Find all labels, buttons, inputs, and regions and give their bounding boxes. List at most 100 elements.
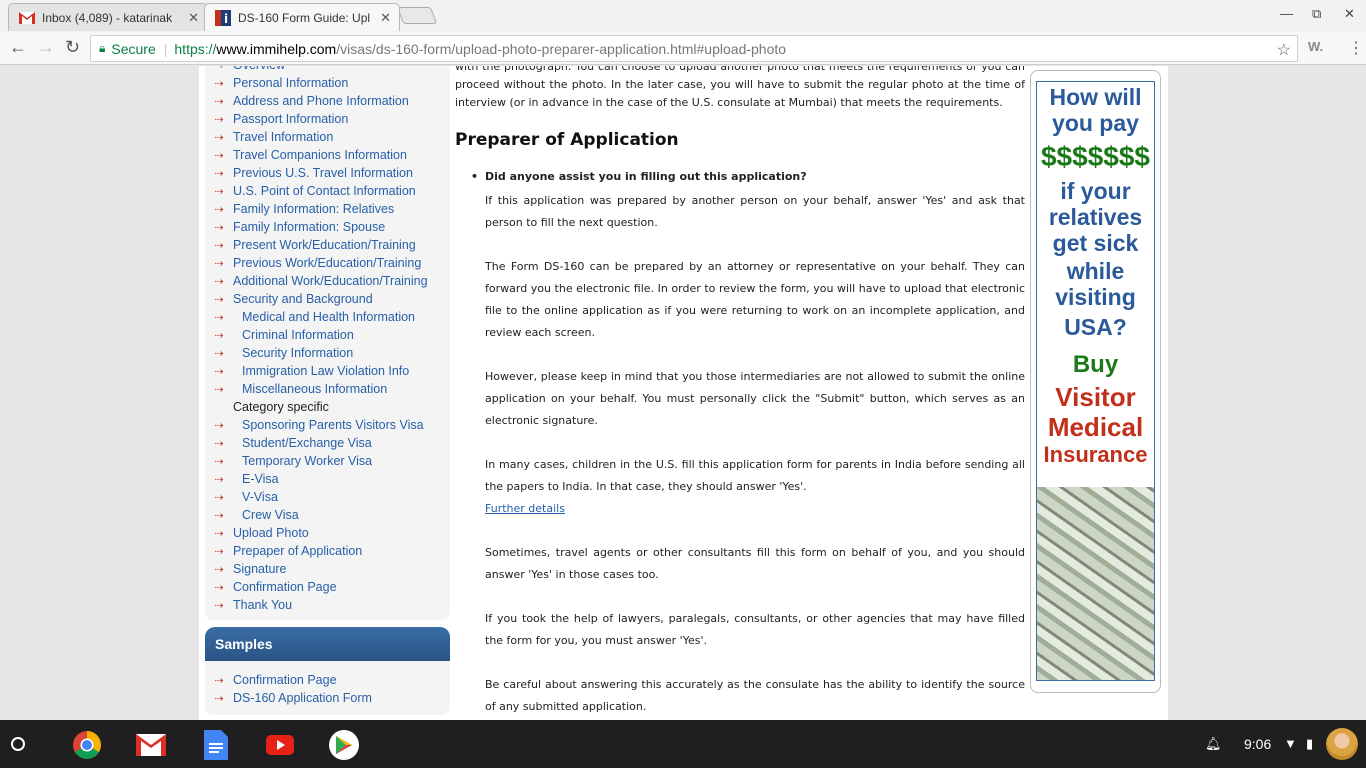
bookmark-star-icon[interactable]: ☆ xyxy=(1277,40,1291,60)
sidebar-item[interactable]: ⇢ Additional Work/Education/Training xyxy=(205,272,450,290)
chrome-icon[interactable] xyxy=(72,730,102,760)
extension-icon[interactable]: W. xyxy=(1308,39,1323,54)
battery-icon[interactable]: ▮ xyxy=(1306,736,1313,752)
notification-icon[interactable]: 🔔︎ xyxy=(1205,736,1222,752)
immihelp-icon: i xyxy=(215,9,231,26)
ad-text: relatives xyxy=(1048,204,1143,230)
sidebar-item[interactable]: ⇢ Family Information: Relatives xyxy=(205,200,450,218)
question-title: Did anyone assist you in filling out thi… xyxy=(471,168,1025,186)
play-store-icon[interactable] xyxy=(329,730,359,760)
close-icon[interactable]: ✕ xyxy=(188,10,199,26)
tab-gmail[interactable]: Inbox (4,089) - katarinak ✕ xyxy=(8,3,208,31)
paragraph: If this application was prepared by anot… xyxy=(485,194,1025,229)
sidebar-nav: ⇢Overview⇢Personal Information⇢Address a… xyxy=(205,66,450,614)
sidebar-item-label: Passport Information xyxy=(233,112,349,126)
arrow-icon: ⇢ xyxy=(214,347,224,360)
sidebar-item[interactable]: ⇢ Travel Information xyxy=(205,128,450,146)
samples-item-label: DS-160 Application Form xyxy=(233,691,372,705)
minimize-icon[interactable]: — xyxy=(1280,6,1293,21)
ad-text: $$$$$$$ xyxy=(1040,141,1150,172)
sidebar-item-label: Signature xyxy=(233,562,287,576)
sidebar-item-label: Crew Visa xyxy=(242,508,299,522)
sidebar-item[interactable]: ⇢ U.S. Point of Contact Information xyxy=(205,182,450,200)
sidebar-item[interactable]: ⇢ Sponsoring Parents Visitors Visa xyxy=(205,416,450,434)
samples-item[interactable]: ⇢ DS-160 Application Form xyxy=(205,689,450,707)
sidebar-item-label: Travel Information xyxy=(233,130,334,144)
sidebar-item-label: Sponsoring Parents Visitors Visa xyxy=(242,418,424,432)
sidebar-item[interactable]: ⇢ Security Information xyxy=(205,344,450,362)
arrow-icon: ⇢ xyxy=(214,674,224,687)
sidebar-item[interactable]: ⇢ Student/Exchange Visa xyxy=(205,434,450,452)
sidebar-item[interactable]: ⇢ Previous Work/Education/Training xyxy=(205,254,450,272)
lock-icon: 🔒︎ xyxy=(99,41,106,55)
sidebar-item[interactable]: ⇢ Crew Visa xyxy=(205,506,450,524)
arrow-icon: ⇢ xyxy=(214,365,224,378)
new-tab-button[interactable] xyxy=(396,7,438,24)
arrow-icon: ⇢ xyxy=(205,66,233,72)
sidebar-item[interactable]: ⇢ Temporary Worker Visa xyxy=(205,452,450,470)
forward-icon[interactable]: → xyxy=(37,37,55,58)
question-item: Did anyone assist you in filling out thi… xyxy=(471,168,1025,718)
sidebar-item-label: Additional Work/Education/Training xyxy=(233,274,428,288)
sidebar-item-label: Criminal Information xyxy=(242,328,354,342)
ad-banner[interactable]: How will you pay $$$$$$$ if your relativ… xyxy=(1036,81,1155,681)
sidebar-item[interactable]: ⇢ Upload Photo xyxy=(205,524,450,542)
sidebar-item[interactable]: ⇢ Thank You xyxy=(205,596,450,614)
further-details-link[interactable]: Further details xyxy=(485,502,565,515)
close-window-icon[interactable]: ✕ xyxy=(1344,6,1355,22)
arrow-icon: ⇢ xyxy=(214,419,224,432)
sidebar-item[interactable]: ⇢ Confirmation Page xyxy=(205,578,450,596)
ad-text: while xyxy=(1066,258,1125,284)
sidebar-item[interactable]: ⇢ Address and Phone Information xyxy=(205,92,450,110)
samples-item[interactable]: ⇢ Confirmation Page xyxy=(205,671,450,689)
sidebar-item[interactable]: ⇢ E-Visa xyxy=(205,470,450,488)
gmail-icon[interactable] xyxy=(136,730,166,760)
sidebar-item[interactable]: ⇢ Prepaper of Application xyxy=(205,542,450,560)
url-host: www.immihelp.com xyxy=(216,40,337,57)
samples-header: Samples xyxy=(205,627,450,661)
back-icon[interactable]: ← xyxy=(9,37,27,58)
arrow-icon: ⇢ xyxy=(214,581,224,594)
paragraph: However, please keep in mind that you th… xyxy=(485,370,1025,427)
sidebar-item[interactable]: ⇢ Miscellaneous Information xyxy=(205,380,450,398)
sidebar-item[interactable]: ⇢ Passport Information xyxy=(205,110,450,128)
docs-icon[interactable] xyxy=(201,730,231,760)
arrow-icon: ⇢ xyxy=(214,473,224,486)
sidebar-item-label: Travel Companions Information xyxy=(233,148,407,162)
sidebar-item[interactable]: ⇢ Present Work/Education/Training xyxy=(205,236,450,254)
arrow-icon: ⇢ xyxy=(214,167,224,180)
sidebar-item-label: Prepaper of Application xyxy=(233,544,363,558)
sidebar-item[interactable]: ⇢ V-Visa xyxy=(205,488,450,506)
ad-text: How will xyxy=(1049,84,1142,110)
arrow-icon: ⇢ xyxy=(214,257,224,270)
sidebar-item[interactable]: ⇢ Criminal Information xyxy=(205,326,450,344)
sidebar-item[interactable]: ⇢ Travel Companions Information xyxy=(205,146,450,164)
paragraph: Sometimes, travel agents or other consul… xyxy=(485,546,1025,581)
wifi-icon[interactable]: ▼ xyxy=(1284,736,1297,751)
sidebar-item-label: Temporary Worker Visa xyxy=(242,454,373,468)
sidebar-item[interactable]: ⇢ Medical and Health Information xyxy=(205,308,450,326)
tab-title: DS-160 Form Guide: Upl xyxy=(238,10,371,25)
clock[interactable]: 9:06 xyxy=(1244,736,1271,752)
close-icon[interactable]: ✕ xyxy=(380,10,391,26)
sidebar-item[interactable]: ⇢ Previous U.S. Travel Information xyxy=(205,164,450,182)
page-viewport: ⇢Overview⇢Personal Information⇢Address a… xyxy=(0,66,1366,720)
menu-icon[interactable]: ⋮ xyxy=(1348,38,1364,58)
sidebar-item[interactable]: ⇢ Security and Background xyxy=(205,290,450,308)
address-bar[interactable]: 🔒︎ Secure | https://www.immihelp.com/vis… xyxy=(90,35,1298,62)
youtube-icon[interactable] xyxy=(265,730,295,760)
sidebar-item[interactable]: ⇢Overview xyxy=(205,66,450,74)
sidebar-item[interactable]: ⇢ Signature xyxy=(205,560,450,578)
avatar[interactable] xyxy=(1326,728,1358,760)
reload-icon[interactable]: ↻ xyxy=(65,37,80,58)
sidebar-item[interactable]: ⇢ Immigration Law Violation Info xyxy=(205,362,450,380)
tab-ds160[interactable]: i DS-160 Form Guide: Upl ✕ xyxy=(204,3,400,31)
launcher-icon[interactable] xyxy=(11,737,25,751)
arrow-icon: ⇢ xyxy=(214,311,224,324)
sidebar-item-label: Thank You xyxy=(233,598,293,612)
paragraph: If you took the help of lawyers, paraleg… xyxy=(485,612,1025,647)
sidebar-item[interactable]: ⇢ Personal Information xyxy=(205,74,450,92)
insurance-ad[interactable]: How will you pay $$$$$$$ if your relativ… xyxy=(1030,70,1161,693)
restore-icon[interactable]: ⧉ xyxy=(1312,6,1321,22)
sidebar-item[interactable]: ⇢ Family Information: Spouse xyxy=(205,218,450,236)
